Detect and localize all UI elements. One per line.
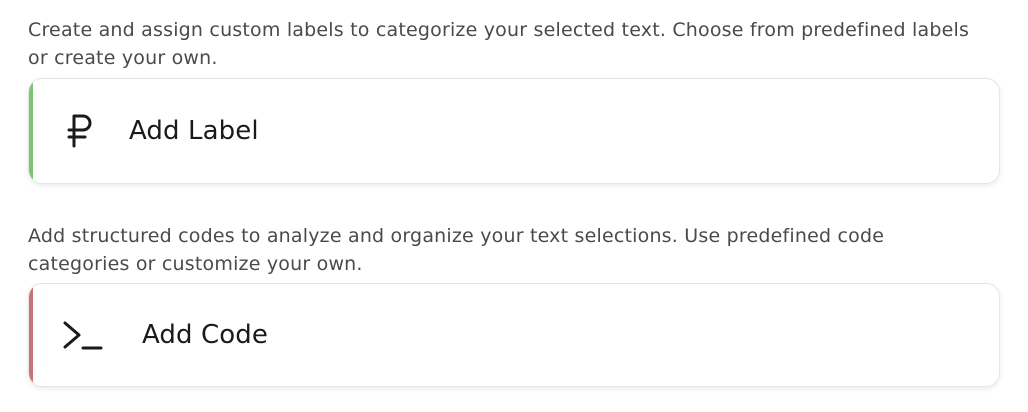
add-code-title: Add Code [142,320,268,350]
add-label-title: Add Label [129,116,259,146]
add-label-button[interactable]: Add Label [28,78,1000,184]
code-section-description: Add structured codes to analyze and orga… [28,225,885,275]
add-code-button[interactable]: Add Code [28,283,1000,387]
terminal-prompt-icon [61,313,105,357]
ruble-icon [59,109,103,153]
label-section-description: Create and assign custom labels to categ… [28,19,970,69]
